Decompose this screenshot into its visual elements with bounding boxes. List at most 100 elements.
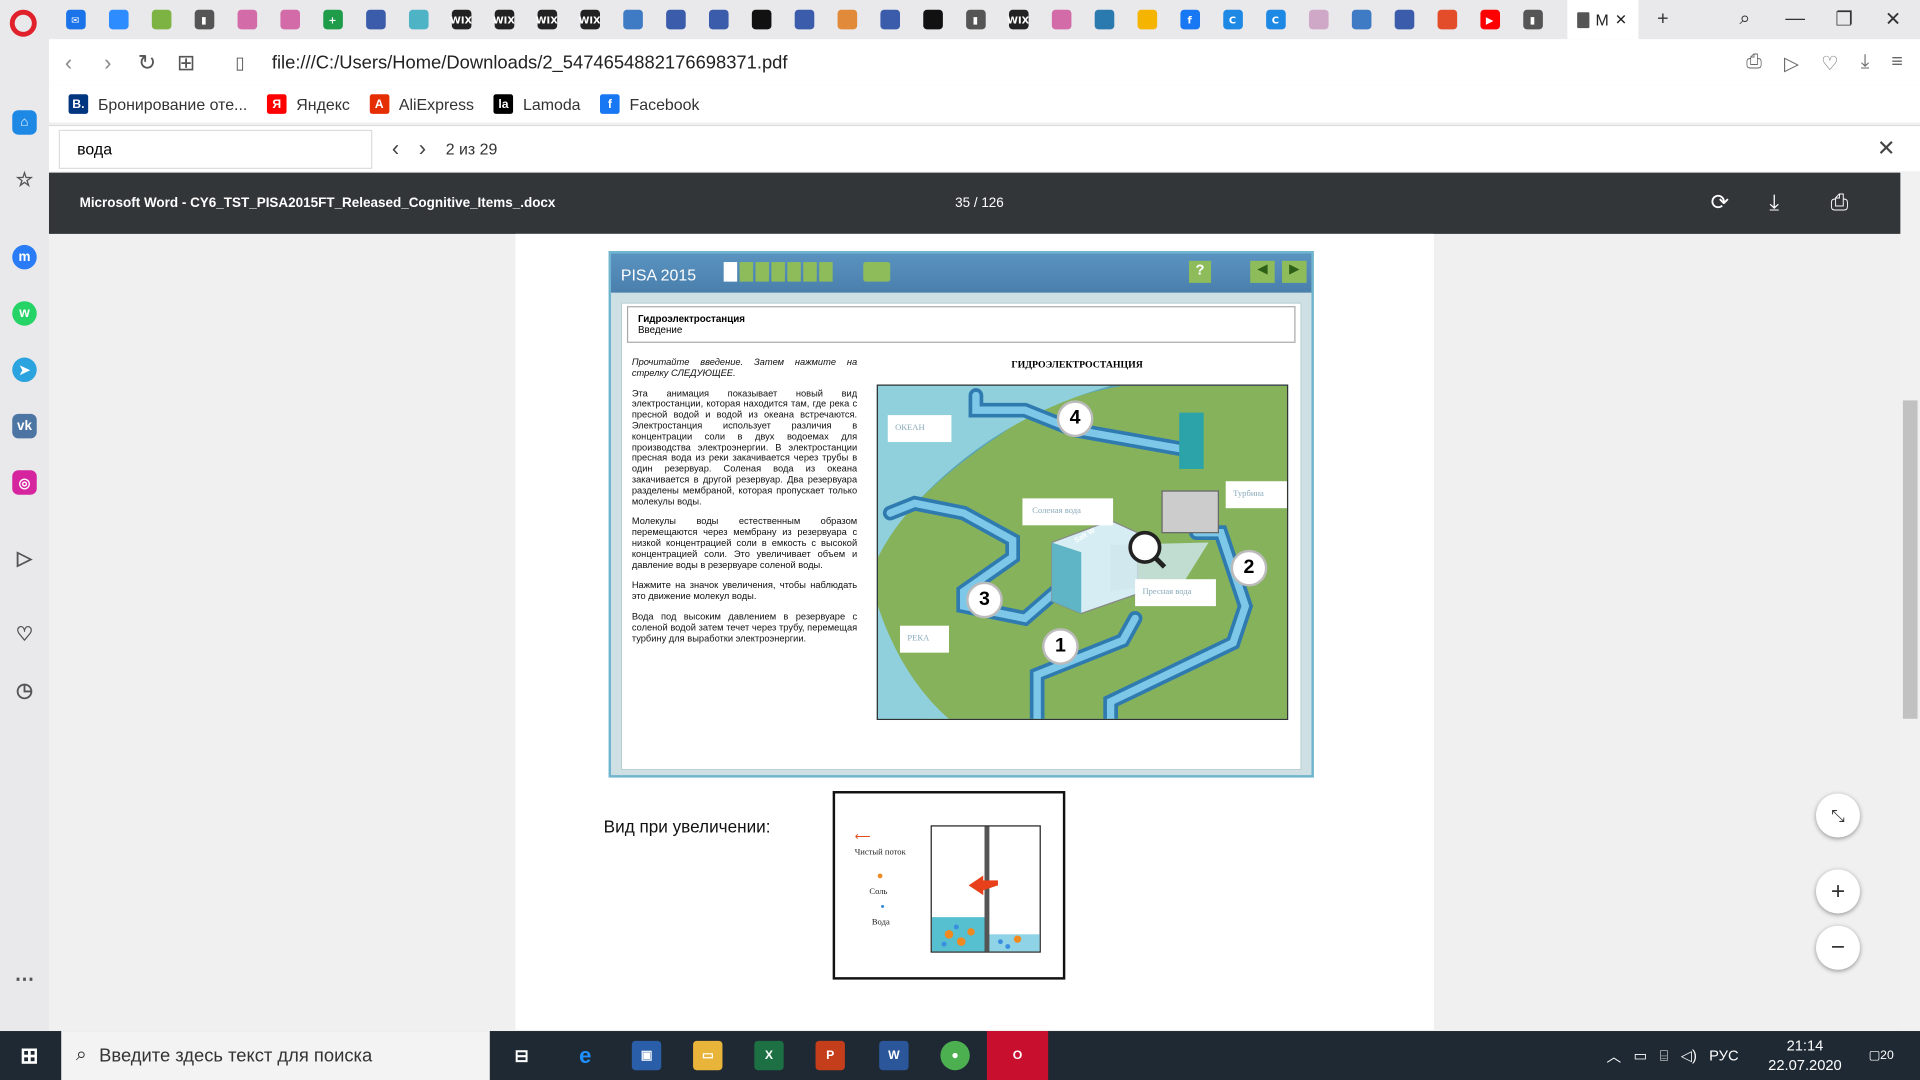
bookmark[interactable]: f Facebook [600, 94, 699, 114]
star-icon[interactable]: ☆ [12, 168, 36, 192]
tab[interactable] [140, 0, 183, 39]
messenger-icon[interactable]: m [12, 244, 37, 270]
zoom-out-button[interactable]: − [1815, 925, 1861, 970]
find-next-icon[interactable]: › [419, 136, 426, 162]
fit-page-button[interactable]: ⤡ [1815, 793, 1861, 838]
tab[interactable]: WIX [997, 0, 1040, 39]
send-icon[interactable]: ▷ [12, 546, 36, 570]
tab[interactable] [1340, 0, 1383, 39]
easy-setup-icon[interactable]: ≡ [1891, 51, 1902, 75]
language-indicator[interactable]: РУС [1709, 1047, 1738, 1064]
tab[interactable] [1425, 0, 1468, 39]
tab[interactable] [868, 0, 911, 39]
snapshot-icon[interactable]: ⎙ [1746, 51, 1762, 75]
powerpoint-icon[interactable]: P [815, 1040, 845, 1071]
tab[interactable]: ▮ [182, 0, 225, 39]
clock[interactable]: 21:14 22.07.2020 [1768, 1031, 1842, 1080]
new-tab-button[interactable]: + [1638, 0, 1687, 39]
find-prev-icon[interactable]: ‹ [392, 136, 399, 162]
maximize-button[interactable]: ❐ [1820, 0, 1869, 39]
tab[interactable] [268, 0, 311, 39]
prev-arrow-icon[interactable]: ◀ [1250, 260, 1275, 283]
tab[interactable] [697, 0, 740, 39]
whatsapp-icon[interactable]: w [12, 301, 37, 326]
magnify-icon[interactable] [1130, 530, 1164, 564]
print-icon[interactable]: ⎙ [1831, 190, 1849, 216]
url-text[interactable]: file:///C:/Users/Home/Downloads/2_547465… [272, 52, 788, 73]
active-tab[interactable]: M ✕ [1567, 0, 1639, 40]
more-icon[interactable]: ⋯ [12, 967, 36, 991]
battery-icon[interactable]: ▭ [1634, 1047, 1648, 1064]
task-view-icon[interactable]: ⊟ [507, 1041, 536, 1070]
minimize-button[interactable]: — [1771, 0, 1820, 39]
telegram-icon[interactable]: ➤ [12, 357, 37, 383]
tab[interactable] [611, 0, 654, 39]
close-window-button[interactable]: ✕ [1869, 0, 1918, 39]
opera-logo-icon[interactable] [9, 9, 37, 37]
tab[interactable]: ✉ [54, 0, 97, 39]
tab[interactable] [397, 0, 440, 39]
volume-icon[interactable]: ◁) [1681, 1047, 1697, 1064]
tab[interactable] [740, 0, 783, 39]
rotate-icon[interactable]: ⟳ [1711, 190, 1729, 216]
tab[interactable] [1382, 0, 1425, 39]
tab[interactable]: C [1211, 0, 1254, 39]
close-tab-icon[interactable]: ✕ [1615, 11, 1627, 28]
bookmark[interactable]: B. Бронирование оте... [68, 94, 247, 114]
tab[interactable]: WIX [568, 0, 611, 39]
scrollbar-thumb[interactable] [1902, 400, 1918, 719]
home-icon[interactable]: ⌂ [12, 110, 37, 135]
forward-icon[interactable]: › [88, 50, 127, 76]
bookmark[interactable]: Я Яндекс [266, 94, 350, 114]
vk-icon[interactable]: vk [12, 413, 37, 439]
tab[interactable]: f [1168, 0, 1211, 39]
find-input[interactable]: вода [58, 129, 373, 169]
chevron-up-icon[interactable]: ︿ [1607, 1045, 1622, 1066]
speed-dial-icon[interactable]: ⊞ [167, 50, 206, 76]
bookmark[interactable]: la Lamoda [493, 94, 581, 114]
tab[interactable]: ▶ [1468, 0, 1511, 39]
notification-center[interactable]: ▢ 20 [1869, 1031, 1894, 1080]
windows-start-icon[interactable]: ⊞ [15, 1041, 44, 1070]
heart-icon[interactable]: ♡ [1821, 51, 1839, 75]
tab[interactable] [1082, 0, 1125, 39]
download-icon[interactable]: ⤓ [1861, 51, 1870, 75]
tab[interactable]: WIX [482, 0, 525, 39]
tab[interactable] [825, 0, 868, 39]
back-icon[interactable]: ‹ [49, 50, 88, 76]
tab[interactable]: WIX [440, 0, 483, 39]
taskbar-search[interactable]: ⌕ Введите здесь текст для поиска [61, 1031, 490, 1080]
download-icon[interactable]: ⤓ [1769, 190, 1779, 216]
zoom-in-button[interactable]: + [1815, 869, 1861, 914]
heart-icon[interactable]: ♡ [12, 622, 36, 646]
help-icon[interactable]: ? [1188, 260, 1212, 283]
chrome-icon[interactable]: ● [940, 1040, 970, 1071]
tab[interactable] [1125, 0, 1168, 39]
tab[interactable] [225, 0, 268, 39]
tab[interactable] [1297, 0, 1340, 39]
tab[interactable] [97, 0, 140, 39]
opera-taskbar-icon[interactable]: O [986, 1031, 1049, 1080]
tab[interactable]: ▮ [1511, 0, 1554, 39]
search-tabs-icon[interactable]: ⌕ [1720, 0, 1769, 39]
tab[interactable]: C [1254, 0, 1297, 39]
send-icon[interactable]: ▷ [1784, 51, 1799, 75]
tab[interactable] [1040, 0, 1083, 39]
reload-icon[interactable]: ↻ [127, 50, 166, 76]
find-close-icon[interactable]: ✕ [1877, 136, 1895, 162]
instagram-icon[interactable]: ◎ [12, 470, 37, 495]
excel-icon[interactable]: X [754, 1040, 784, 1071]
history-icon[interactable]: ◷ [12, 678, 36, 702]
file-explorer-icon[interactable]: ▭ [693, 1040, 723, 1071]
word-icon[interactable]: W [879, 1040, 909, 1071]
tab[interactable]: ▮ [954, 0, 997, 39]
tab[interactable] [354, 0, 397, 39]
tab[interactable] [911, 0, 954, 39]
tab[interactable] [654, 0, 697, 39]
tab[interactable]: WIX [525, 0, 568, 39]
next-arrow-icon[interactable]: ▶ [1282, 260, 1307, 283]
tab[interactable]: + [311, 0, 354, 39]
edge-icon[interactable]: e [571, 1041, 600, 1070]
tab[interactable] [782, 0, 825, 39]
network-icon[interactable]: ⌸ [1660, 1046, 1669, 1064]
